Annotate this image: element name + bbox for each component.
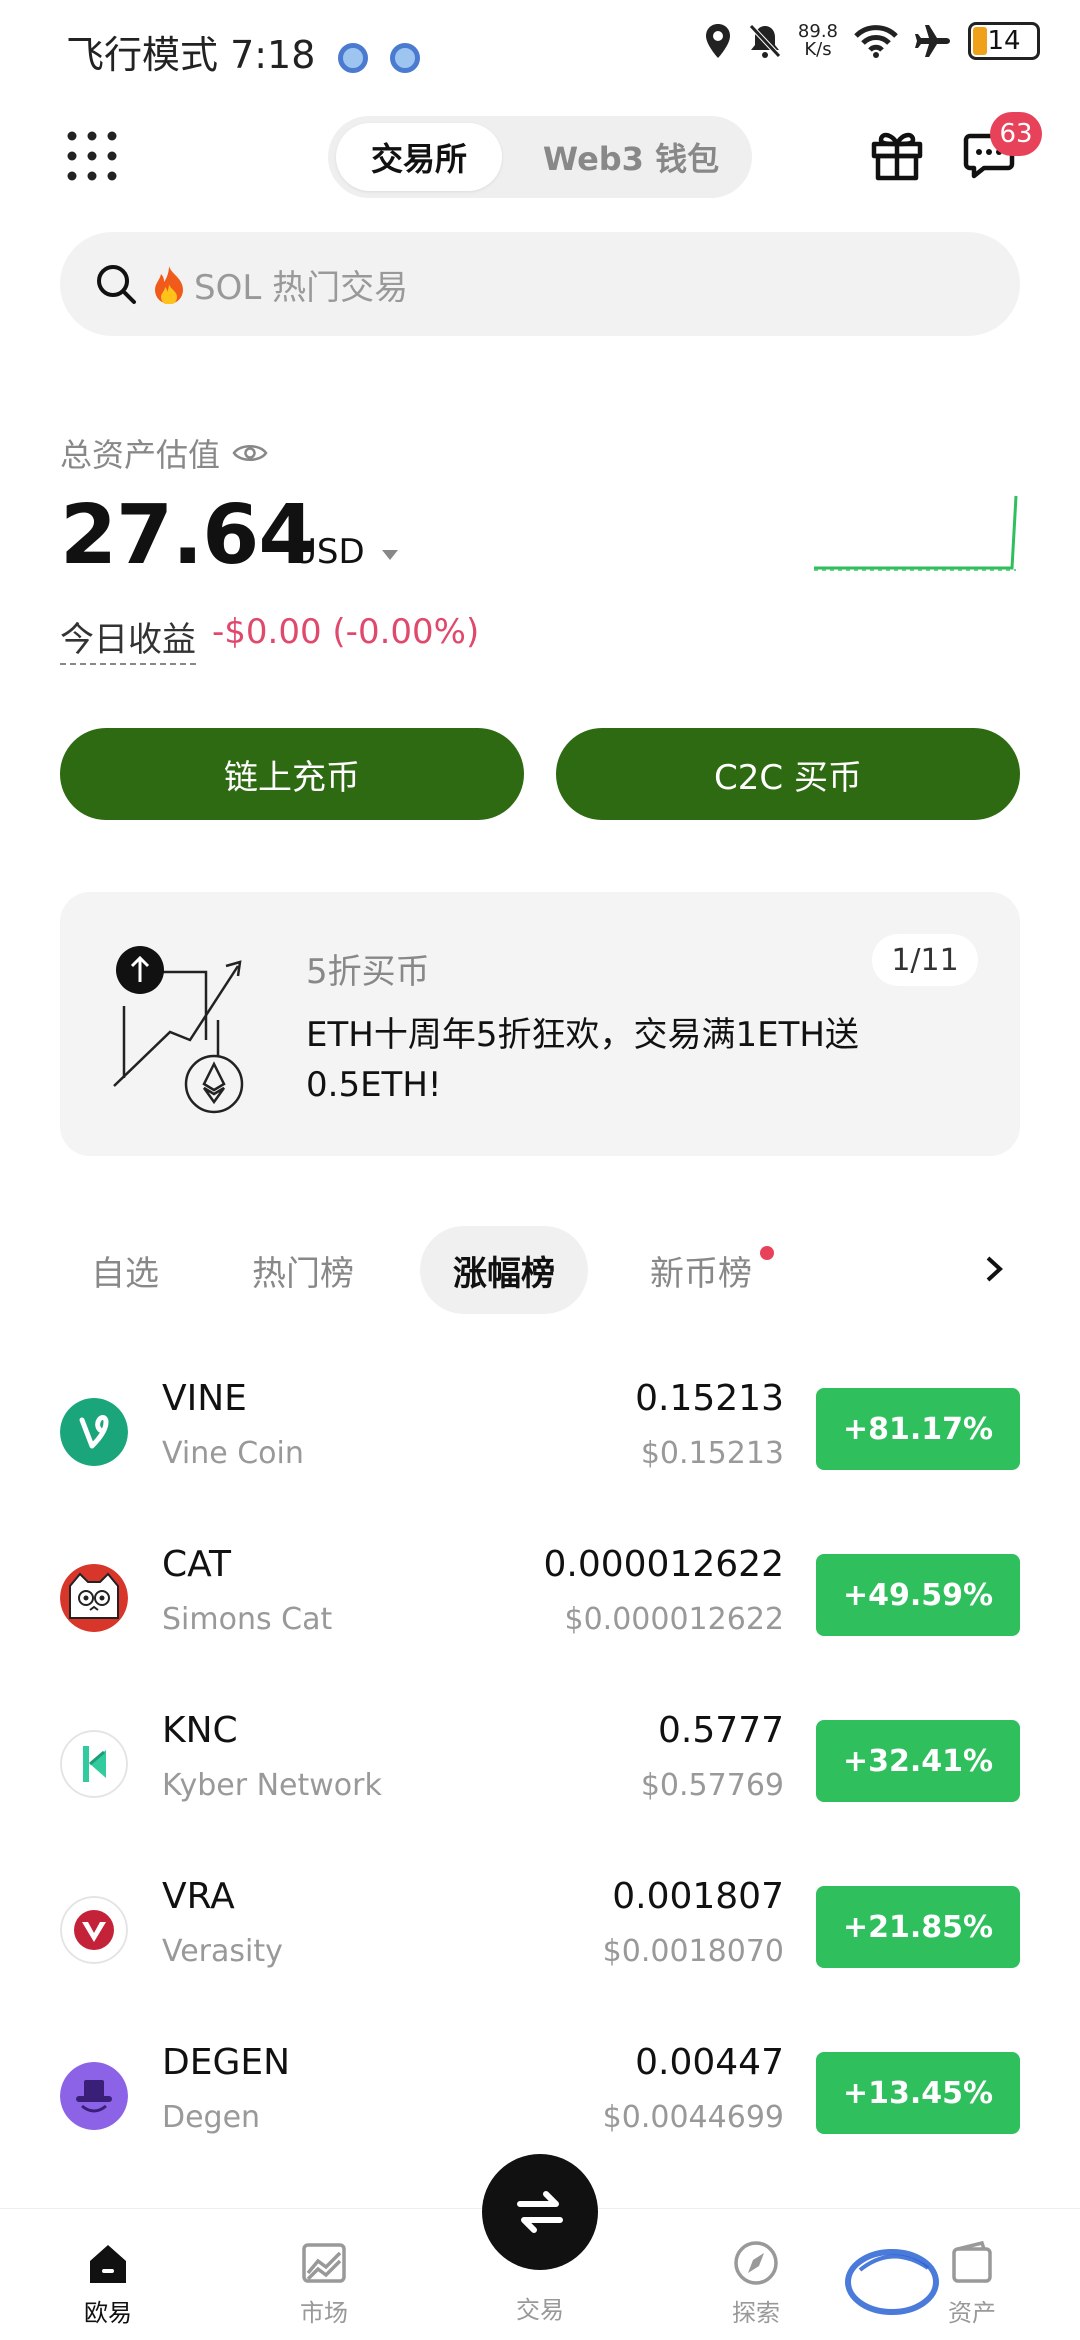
watermark-logo [845,2249,939,2315]
fire-icon [155,266,183,304]
caret-down-icon[interactable] [382,550,398,560]
nav-home-label: 欧易 [84,2299,132,2327]
nav-market-label: 市场 [300,2299,348,2327]
change-badge[interactable]: +49.59% [816,1554,1020,1636]
coin-symbol: CAT [162,1544,231,1585]
coin-symbol: KNC [162,1710,238,1751]
coin-name: Verasity [162,1934,283,1969]
coin-price: 0.15213 [635,1378,784,1419]
coin-row[interactable]: CAT Simons Cat 0.000012622 $0.000012622 … [60,1538,1020,1658]
tab-favorites[interactable]: 自选 [60,1226,190,1314]
network-speed: 89.8 K/s [798,23,838,59]
nav-home[interactable]: 欧易 [48,2239,168,2328]
coin-usd-price: $0.57769 [640,1768,784,1803]
coin-name: Kyber Network [162,1768,382,1803]
chevron-right-icon[interactable] [982,1252,1006,1286]
nav-market[interactable]: 市场 [264,2239,384,2328]
coin-symbol: VRA [162,1876,235,1917]
battery-level: 14 [987,26,1021,56]
coin-usd-price: $0.15213 [640,1436,784,1471]
swap-icon [517,2191,563,2233]
location-icon [705,24,730,58]
search-placeholder: SOL 热门交易 [194,267,409,308]
degen-logo-icon [60,2062,128,2130]
app-notification-icon [337,42,368,73]
promo-illustration-icon [113,946,244,1114]
compass-icon [734,2241,778,2285]
market-chart-icon [302,2243,346,2283]
verasity-logo-icon [60,1896,128,1964]
vine-logo-icon [60,1398,128,1466]
deposit-button[interactable]: 链上充币 [60,728,524,820]
trade-button[interactable] [482,2154,598,2270]
battery-fill [973,27,987,55]
apps-grid-icon[interactable] [66,130,118,182]
tab-web3-wallet[interactable]: Web3 钱包 [518,123,744,191]
today-pnl-value: -$0.00 (-0.00%) [212,612,480,652]
nav-trade-label: 交易 [516,2296,564,2324]
coin-row[interactable]: VRA Verasity 0.001807 $0.0018070 +21.85% [60,1870,1020,1990]
coin-usd-price: $0.000012622 [564,1602,785,1637]
nav-explore-label: 探索 [732,2299,780,2327]
coin-name: Simons Cat [162,1602,333,1637]
coin-symbol: VINE [162,1378,247,1419]
coin-name: Degen [162,2100,261,2135]
promo-tag: 5折买币 [306,952,430,992]
c2c-buy-button[interactable]: C2C 买币 [556,728,1020,820]
coin-price: 0.5777 [658,1710,784,1751]
eye-icon[interactable] [232,441,268,465]
app-notification-icon [389,42,420,73]
coin-price: 0.001807 [612,1876,784,1917]
tab-gainers[interactable]: 涨幅榜 [420,1226,588,1314]
asset-sparkline [814,495,1018,571]
change-badge[interactable]: +32.41% [816,1720,1020,1802]
home-icon [90,2245,126,2283]
status-bar: 飞行模式 7:18 89.8 K/s 14 [0,0,1080,100]
coin-price: 0.000012622 [543,1544,785,1585]
mode-switcher: 交易所 Web3 钱包 [328,116,752,198]
message-badge: 63 [990,112,1042,156]
coin-symbol: DEGEN [162,2042,291,2083]
coin-price: 0.00447 [635,2042,784,2083]
gift-icon[interactable] [870,128,924,182]
market-tabs: 自选 热门榜 涨幅榜 新币榜 [60,1226,1020,1316]
tab-hot[interactable]: 热门榜 [228,1226,378,1314]
airplane-icon [915,25,950,57]
search-bar[interactable]: SOL 热门交易 [60,232,1020,336]
change-badge[interactable]: +21.85% [816,1886,1020,1968]
change-badge[interactable]: +13.45% [816,2052,1020,2134]
status-icons: 89.8 K/s 14 [704,22,1040,60]
kyber-logo-icon [60,1730,128,1798]
total-assets-value: 27.64 [60,488,315,583]
total-assets-label: 总资产估值 [60,430,268,476]
mode-time-text: 飞行模式 7:18 [66,33,316,77]
cat-logo-icon [60,1564,128,1632]
coin-name: Vine Coin [162,1436,304,1471]
coin-usd-price: $0.0018070 [602,1934,784,1969]
coin-row[interactable]: VINE Vine Coin 0.15213 $0.15213 +81.17% [60,1372,1020,1492]
currency-selector[interactable]: USD [292,532,365,572]
search-icon [97,265,136,304]
mute-icon [749,24,781,58]
coin-row[interactable]: DEGEN Degen 0.00447 $0.0044699 +13.45% [60,2036,1020,2156]
nav-explore[interactable]: 探索 [696,2239,816,2328]
promo-banner[interactable]: 5折买币 1/11 ETH十周年5折狂欢，交易满1ETH送0.5ETH! [60,892,1020,1156]
change-badge[interactable]: +81.17% [816,1388,1020,1470]
tab-new-listings[interactable]: 新币榜 [626,1226,776,1314]
new-indicator-dot [760,1246,774,1260]
status-time: 飞行模式 7:18 [66,24,420,79]
battery-indicator: 14 [968,22,1040,60]
promo-pagination: 1/11 [872,934,978,986]
coin-row[interactable]: KNC Kyber Network 0.5777 $0.57769 +32.41… [60,1704,1020,1824]
today-pnl-label[interactable]: 今日收益 [60,612,196,665]
net-speed-unit: K/s [804,39,832,60]
wifi-icon [854,25,898,58]
coin-usd-price: $0.0044699 [602,2100,784,2135]
promo-text: ETH十周年5折狂欢，交易满1ETH送0.5ETH! [306,1015,859,1105]
total-assets-text: 总资产估值 [60,436,221,474]
tab-exchange[interactable]: 交易所 [336,123,502,191]
